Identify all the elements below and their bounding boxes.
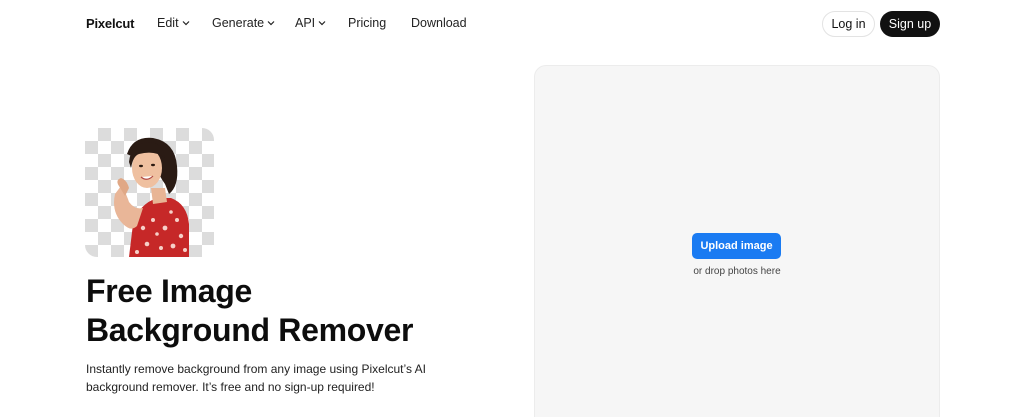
page-subtitle: Instantly remove background from any ima… <box>86 362 426 394</box>
nav-item-label: Pricing <box>348 16 387 30</box>
page-title-line1: Free Image <box>86 273 252 309</box>
page-title-line2: Background Remover <box>86 312 414 348</box>
nav-item-label: Generate <box>212 16 265 30</box>
nav-item-edit[interactable]: Edit <box>157 16 190 30</box>
chevron-down-icon <box>318 21 326 26</box>
chevron-down-icon <box>267 21 275 26</box>
top-nav: Pixelcut Edit Generate API Pricing Downl… <box>0 0 1024 48</box>
nav-item-pricing[interactable]: Pricing <box>348 16 386 30</box>
logo[interactable]: Pixelcut <box>86 16 134 31</box>
nav-item-download[interactable]: Download <box>411 16 467 30</box>
hero-example-image <box>85 128 214 257</box>
chevron-down-icon <box>182 21 189 26</box>
nav-item-label: Download <box>411 16 467 30</box>
drop-hint-text: or drop photos here <box>693 266 781 277</box>
nav-item-generate[interactable]: Generate <box>212 16 275 30</box>
nav-item-label: API <box>295 16 316 30</box>
woman-cutout-illustration <box>114 137 189 257</box>
page-title: Free Image Background Remover <box>86 272 486 350</box>
upload-image-button[interactable]: Upload image <box>692 233 781 259</box>
login-button[interactable]: Log in <box>822 11 875 37</box>
signup-button[interactable]: Sign up <box>880 11 940 37</box>
nav-item-label: Edit <box>157 16 179 30</box>
nav-item-api[interactable]: API <box>295 16 326 30</box>
